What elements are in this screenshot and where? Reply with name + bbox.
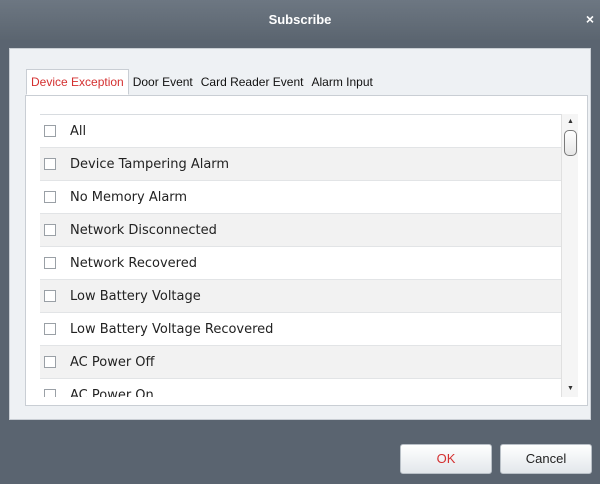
event-list: All Device Tampering Alarm No Memory Ala…: [40, 114, 561, 397]
list-item-label: Network Recovered: [70, 255, 197, 271]
list-item-label: Network Disconnected: [70, 222, 217, 238]
tab-card-reader-event[interactable]: Card Reader Event: [197, 69, 308, 95]
list-item[interactable]: AC Power On: [40, 379, 561, 397]
list-item-label: Low Battery Voltage: [70, 288, 201, 304]
list-scrollbar[interactable]: ▲ ▼: [561, 114, 578, 397]
scrollbar-thumb[interactable]: [564, 130, 577, 156]
tab-door-event[interactable]: Door Event: [129, 69, 197, 95]
dialog-title: Subscribe: [268, 12, 332, 27]
list-item[interactable]: Low Battery Voltage: [40, 280, 561, 313]
event-panel: All Device Tampering Alarm No Memory Ala…: [25, 95, 588, 406]
checkbox-all[interactable]: [44, 125, 56, 137]
checkbox-ac-power-on[interactable]: [44, 389, 56, 397]
cancel-button[interactable]: Cancel: [500, 444, 592, 474]
list-item[interactable]: Device Tampering Alarm: [40, 148, 561, 181]
list-item-label: AC Power Off: [70, 354, 155, 370]
dialog-body: Device Exception Door Event Card Reader …: [9, 48, 591, 420]
list-item[interactable]: Low Battery Voltage Recovered: [40, 313, 561, 346]
list-item-label: No Memory Alarm: [70, 189, 188, 205]
list-item[interactable]: Network Recovered: [40, 247, 561, 280]
close-icon[interactable]: ×: [584, 0, 596, 40]
list-item-label: Device Tampering Alarm: [70, 156, 230, 172]
checkbox-device-tampering-alarm[interactable]: [44, 158, 56, 170]
title-bar[interactable]: Subscribe ×: [0, 0, 600, 40]
checkbox-low-battery-voltage[interactable]: [44, 290, 56, 302]
tab-device-exception[interactable]: Device Exception: [26, 69, 129, 95]
checkbox-ac-power-off[interactable]: [44, 356, 56, 368]
scroll-up-icon[interactable]: ▲: [562, 114, 579, 130]
scroll-down-icon[interactable]: ▼: [562, 381, 579, 397]
list-item-label: All: [70, 123, 87, 139]
list-item[interactable]: AC Power Off: [40, 346, 561, 379]
tab-bar: Device Exception Door Event Card Reader …: [26, 69, 377, 95]
checkbox-low-battery-voltage-recovered[interactable]: [44, 323, 56, 335]
ok-button[interactable]: OK: [400, 444, 492, 474]
list-item-label: AC Power On: [70, 387, 154, 398]
checkbox-no-memory-alarm[interactable]: [44, 191, 56, 203]
tab-alarm-input[interactable]: Alarm Input: [307, 69, 376, 95]
list-item[interactable]: No Memory Alarm: [40, 181, 561, 214]
list-item-label: Low Battery Voltage Recovered: [70, 321, 274, 337]
checkbox-network-recovered[interactable]: [44, 257, 56, 269]
list-item[interactable]: All: [40, 115, 561, 148]
checkbox-network-disconnected[interactable]: [44, 224, 56, 236]
list-item[interactable]: Network Disconnected: [40, 214, 561, 247]
subscribe-dialog: Subscribe × Device Exception Door Event …: [0, 0, 600, 484]
